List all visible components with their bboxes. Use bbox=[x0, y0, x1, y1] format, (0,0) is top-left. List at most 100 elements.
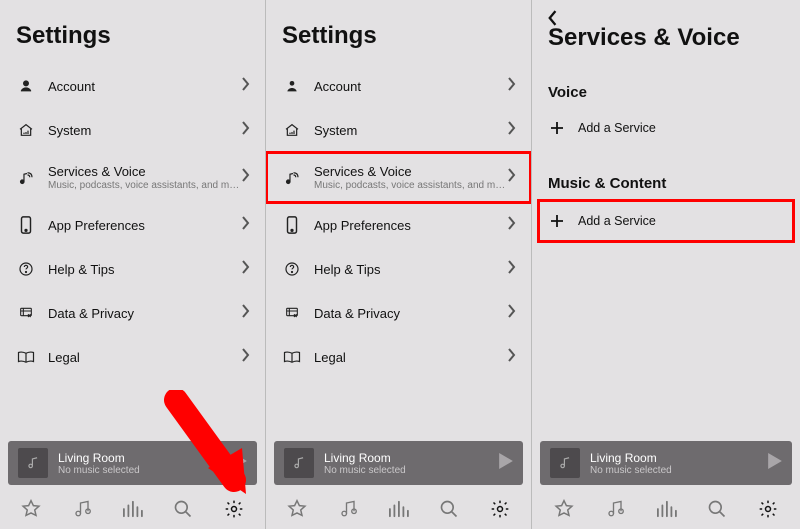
settings-row-system[interactable]: System bbox=[266, 108, 531, 152]
tab-music[interactable] bbox=[599, 493, 631, 525]
music-voice-icon bbox=[282, 168, 302, 188]
row-label: Data & Privacy bbox=[48, 306, 241, 321]
help-icon bbox=[16, 259, 36, 279]
chevron-right-icon bbox=[507, 216, 517, 235]
row-label: Services & Voice bbox=[48, 164, 241, 179]
plus-icon bbox=[548, 212, 566, 230]
chevron-right-icon bbox=[507, 304, 517, 323]
now-playing-room: Living Room bbox=[58, 451, 233, 465]
privacy-icon bbox=[16, 303, 36, 323]
now-playing-bar[interactable]: Living Room No music selected bbox=[540, 441, 792, 485]
tab-rooms[interactable] bbox=[650, 493, 682, 525]
now-playing-status: No music selected bbox=[58, 465, 233, 476]
page-title: Services & Voice bbox=[532, 18, 800, 66]
chevron-right-icon bbox=[241, 348, 251, 367]
chevron-right-icon bbox=[507, 348, 517, 367]
music-voice-icon bbox=[16, 168, 36, 188]
help-icon bbox=[282, 259, 302, 279]
tab-music[interactable] bbox=[332, 493, 364, 525]
chevron-right-icon bbox=[241, 168, 251, 187]
tab-settings[interactable] bbox=[752, 493, 784, 525]
row-label: Data & Privacy bbox=[314, 306, 507, 321]
home-icon bbox=[282, 120, 302, 140]
page-title: Settings bbox=[266, 0, 531, 64]
privacy-icon bbox=[282, 303, 302, 323]
tab-favorites[interactable] bbox=[548, 493, 580, 525]
add-service-label: Add a Service bbox=[578, 121, 656, 135]
page-title: Settings bbox=[0, 0, 265, 64]
settings-row-data-privacy[interactable]: Data & Privacy bbox=[0, 291, 265, 335]
tab-rooms[interactable] bbox=[382, 493, 414, 525]
tab-search[interactable] bbox=[701, 493, 733, 525]
phone-icon bbox=[16, 215, 36, 235]
settings-row-help-tips[interactable]: Help & Tips bbox=[266, 247, 531, 291]
settings-row-help-tips[interactable]: Help & Tips bbox=[0, 247, 265, 291]
row-label: Help & Tips bbox=[314, 262, 507, 277]
play-icon[interactable] bbox=[499, 453, 513, 474]
settings-row-app-preferences[interactable]: App Preferences bbox=[0, 203, 265, 247]
now-playing-bar[interactable]: Living Room No music selected bbox=[274, 441, 523, 485]
settings-row-services-voice[interactable]: Services & Voice Music, podcasts, voice … bbox=[266, 152, 531, 203]
settings-row-system[interactable]: System bbox=[0, 108, 265, 152]
row-label: System bbox=[314, 123, 507, 138]
tab-music[interactable] bbox=[66, 493, 98, 525]
row-label: System bbox=[48, 123, 241, 138]
settings-row-legal[interactable]: Legal bbox=[0, 335, 265, 379]
chevron-right-icon bbox=[241, 121, 251, 140]
now-playing-status: No music selected bbox=[324, 465, 499, 476]
chevron-right-icon bbox=[241, 304, 251, 323]
chevron-right-icon bbox=[507, 168, 517, 187]
album-art-placeholder bbox=[18, 448, 48, 478]
phone-icon bbox=[282, 215, 302, 235]
home-icon bbox=[16, 120, 36, 140]
row-label: Help & Tips bbox=[48, 262, 241, 277]
book-icon bbox=[282, 347, 302, 367]
now-playing-room: Living Room bbox=[324, 451, 499, 465]
tab-favorites[interactable] bbox=[15, 493, 47, 525]
row-sublabel: Music, podcasts, voice assistants, and m… bbox=[48, 180, 241, 191]
settings-row-app-preferences[interactable]: App Preferences bbox=[266, 203, 531, 247]
plus-icon bbox=[548, 119, 566, 137]
screen-settings-2: Settings Account System Services & Voice… bbox=[266, 0, 532, 529]
now-playing-room: Living Room bbox=[590, 451, 768, 465]
tab-search[interactable] bbox=[433, 493, 465, 525]
chevron-right-icon bbox=[507, 121, 517, 140]
now-playing-bar[interactable]: Living Room No music selected bbox=[8, 441, 257, 485]
settings-row-services-voice[interactable]: Services & Voice Music, podcasts, voice … bbox=[0, 152, 265, 203]
chevron-right-icon bbox=[507, 260, 517, 279]
person-icon bbox=[16, 76, 36, 96]
settings-row-account[interactable]: Account bbox=[266, 64, 531, 108]
section-header-music: Music & Content bbox=[532, 149, 800, 198]
row-sublabel: Music, podcasts, voice assistants, and m… bbox=[314, 180, 507, 191]
tab-rooms[interactable] bbox=[116, 493, 148, 525]
chevron-right-icon bbox=[241, 260, 251, 279]
tab-bar bbox=[532, 489, 800, 529]
chevron-right-icon bbox=[507, 77, 517, 96]
album-art-placeholder bbox=[284, 448, 314, 478]
tab-bar bbox=[266, 489, 531, 529]
settings-row-data-privacy[interactable]: Data & Privacy bbox=[266, 291, 531, 335]
row-label: Legal bbox=[48, 350, 241, 365]
tab-bar bbox=[0, 489, 265, 529]
add-voice-service[interactable]: Add a Service bbox=[532, 107, 800, 149]
tab-favorites[interactable] bbox=[281, 493, 313, 525]
tab-settings[interactable] bbox=[218, 493, 250, 525]
chevron-right-icon bbox=[241, 77, 251, 96]
tab-search[interactable] bbox=[167, 493, 199, 525]
person-icon bbox=[282, 76, 302, 96]
play-icon[interactable] bbox=[768, 453, 782, 474]
now-playing-status: No music selected bbox=[590, 465, 768, 476]
row-label: Legal bbox=[314, 350, 507, 365]
settings-row-account[interactable]: Account bbox=[0, 64, 265, 108]
row-label: Account bbox=[314, 79, 507, 94]
settings-row-legal[interactable]: Legal bbox=[266, 335, 531, 379]
chevron-right-icon bbox=[241, 216, 251, 235]
screen-services-voice: Services & Voice Voice Add a Service Mus… bbox=[532, 0, 800, 529]
screen-settings-1: Settings Account System bbox=[0, 0, 266, 529]
tab-settings[interactable] bbox=[484, 493, 516, 525]
section-header-voice: Voice bbox=[532, 66, 800, 107]
play-icon[interactable] bbox=[233, 453, 247, 474]
add-music-service[interactable]: Add a Service bbox=[538, 200, 794, 242]
row-label: Services & Voice bbox=[314, 164, 507, 179]
add-service-label: Add a Service bbox=[578, 214, 656, 228]
